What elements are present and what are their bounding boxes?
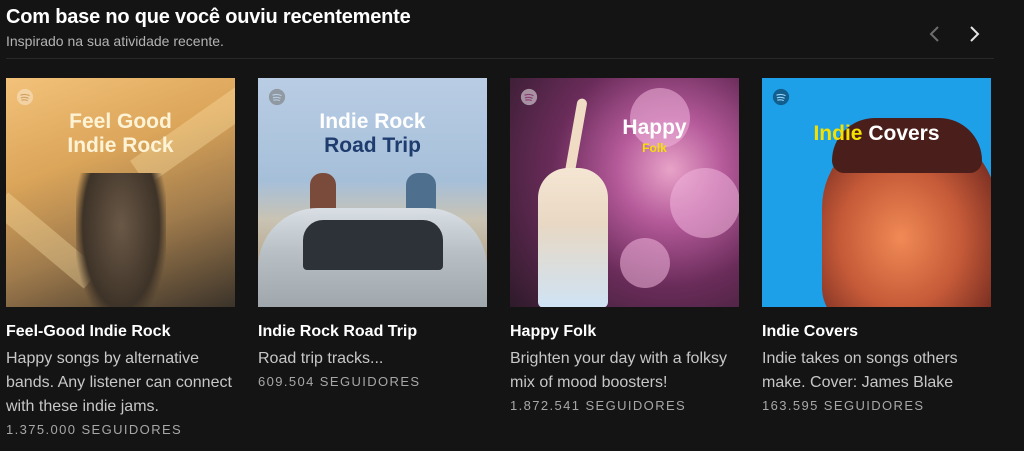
playlist-name[interactable]: Feel-Good Indie Rock xyxy=(6,322,235,342)
playlist-name[interactable]: Happy Folk xyxy=(510,322,739,342)
spotify-logo-icon xyxy=(772,88,790,106)
spotify-logo-icon xyxy=(520,88,538,106)
section-header: Com base no que você ouviu recentemente … xyxy=(6,4,1024,50)
playlist-name[interactable]: Indie Rock Road Trip xyxy=(258,322,487,342)
spotify-logo-icon xyxy=(268,88,286,106)
cover-blossom xyxy=(670,168,739,238)
section-subtitle: Inspirado na sua atividade recente. xyxy=(6,33,224,49)
section-title[interactable]: Com base no que você ouviu recentemente xyxy=(6,4,1024,30)
cover-person xyxy=(538,168,608,307)
cover-blossom xyxy=(620,238,670,288)
cover-title: Indie Covers xyxy=(762,122,991,146)
playlist-cover[interactable]: Happy Folk xyxy=(510,78,739,307)
cover-title-line1: Feel Good xyxy=(69,110,172,133)
cover-title: Indie Rock Road Trip xyxy=(258,110,487,158)
cover-title-line2: Folk xyxy=(642,141,667,156)
playlist-description: Road trip tracks... xyxy=(258,350,384,367)
playlist-cover[interactable]: Indie Covers xyxy=(762,78,991,307)
playlist-description: Brighten your day with a folksy mix of m… xyxy=(510,350,727,391)
carousel-next-button[interactable] xyxy=(962,22,986,46)
playlist-cover[interactable]: Indie Rock Road Trip xyxy=(258,78,487,307)
cover-title-line2: Covers xyxy=(868,122,940,145)
chevron-left-icon xyxy=(929,26,939,42)
playlist-cover[interactable]: Feel Good Indie Rock xyxy=(6,78,235,307)
playlist-description: Indie takes on songs others make. Cover:… xyxy=(762,350,958,391)
playlist-card-feel-good-indie-rock[interactable]: Feel Good Indie Rock Feel-Good Indie Roc… xyxy=(6,78,235,439)
cover-windshield xyxy=(303,220,443,270)
cover-figure xyxy=(76,173,166,307)
header-divider xyxy=(6,58,994,59)
playlist-followers: 1.872.541 SEGUIDORES xyxy=(510,398,687,413)
playlist-card-indie-covers[interactable]: Indie Covers Indie Covers Indie takes on… xyxy=(762,78,991,415)
playlist-followers: 609.504 SEGUIDORES xyxy=(258,374,421,389)
cover-title-line1: Indie Rock xyxy=(319,110,426,133)
playlist-name[interactable]: Indie Covers xyxy=(762,322,991,342)
playlist-followers: 163.595 SEGUIDORES xyxy=(762,398,925,413)
playlist-card-indie-rock-road-trip[interactable]: Indie Rock Road Trip Indie Rock Road Tri… xyxy=(258,78,487,391)
cover-title-line2: Indie Rock xyxy=(67,134,174,158)
cover-title: Feel Good Indie Rock xyxy=(6,110,235,158)
playlist-card-happy-folk[interactable]: Happy Folk Happy Folk Brighten your day … xyxy=(510,78,739,415)
cover-title-line2: Road Trip xyxy=(324,134,421,158)
playlist-description: Happy songs by alternative bands. Any li… xyxy=(6,350,232,415)
playlist-followers: 1.375.000 SEGUIDORES xyxy=(6,422,183,437)
cover-title-line1: Happy xyxy=(622,116,687,139)
carousel-prev-button[interactable] xyxy=(923,22,947,46)
chevron-right-icon xyxy=(970,26,980,42)
cover-title-line1: Indie xyxy=(813,122,863,145)
cover-title: Happy Folk xyxy=(570,116,739,156)
spotify-logo-icon xyxy=(16,88,34,106)
